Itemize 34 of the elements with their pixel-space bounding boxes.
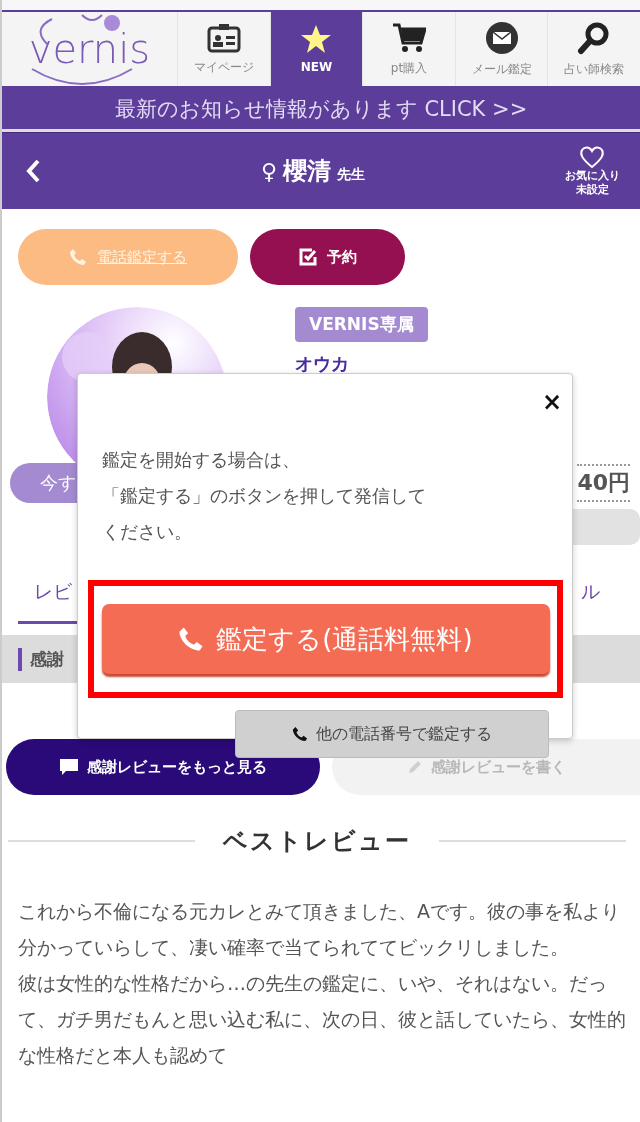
fortune-teller-name: 櫻清 (283, 156, 332, 187)
nav-tab[interactable]: pt購入 (362, 12, 455, 86)
favorite-label: お気に入り (564, 169, 620, 183)
close-button[interactable]: × (541, 390, 562, 414)
review-text: これから不倫になる元カレとみて頂きました、Aです。彼の事を私より分かっていらして、凄い確率で当てられててビックリしました。 (18, 899, 621, 960)
review-text: 彼は女性的な性格だから…の先生の鑑定に、いや、それはない。だって、ガチ男だもんと思い込む私に、次の日、彼と話していたら、女性的な性格だと本人も認めて (18, 971, 626, 1068)
favorite-label: 未設定 (575, 183, 609, 197)
exclusive-badge: VERNIS専属 (295, 307, 428, 342)
speech-bubble-icon (59, 758, 79, 776)
nav-tab[interactable]: メール鑑定 (454, 12, 548, 86)
cart-icon (392, 21, 426, 54)
phone-icon (69, 248, 87, 266)
news-banner[interactable]: 最新のお知らせ情報があります CLICK >> (2, 89, 640, 132)
other-number-button[interactable]: 他の電話番号で鑑定する (235, 710, 549, 758)
price-text: 40円 (577, 464, 630, 502)
mail-icon (484, 20, 519, 55)
tab[interactable]: ル (581, 569, 600, 624)
fortune-teller-kana: オウカ (295, 352, 349, 376)
gender-symbol: ♀ (260, 159, 278, 184)
id-card-icon (206, 22, 241, 53)
star-icon (300, 24, 333, 54)
action-button[interactable]: 予約 (250, 229, 405, 285)
nav-tab[interactable]: NEW (269, 12, 363, 86)
phone-icon (178, 626, 205, 652)
checkbox-icon (298, 248, 317, 266)
call-button[interactable]: 鑑定する(通話料無料) (101, 604, 550, 674)
honorific: 先生 (337, 166, 366, 184)
phone-icon (292, 726, 308, 742)
nav-tab[interactable]: マイページ (177, 12, 270, 86)
heart-icon[interactable] (579, 145, 605, 169)
vernis-logo[interactable]: vernis (2, 12, 177, 86)
back-icon[interactable] (24, 158, 42, 184)
nav-tab[interactable]: 占い師検索 (547, 12, 640, 86)
section-heading: ベストレビュー (223, 826, 411, 857)
